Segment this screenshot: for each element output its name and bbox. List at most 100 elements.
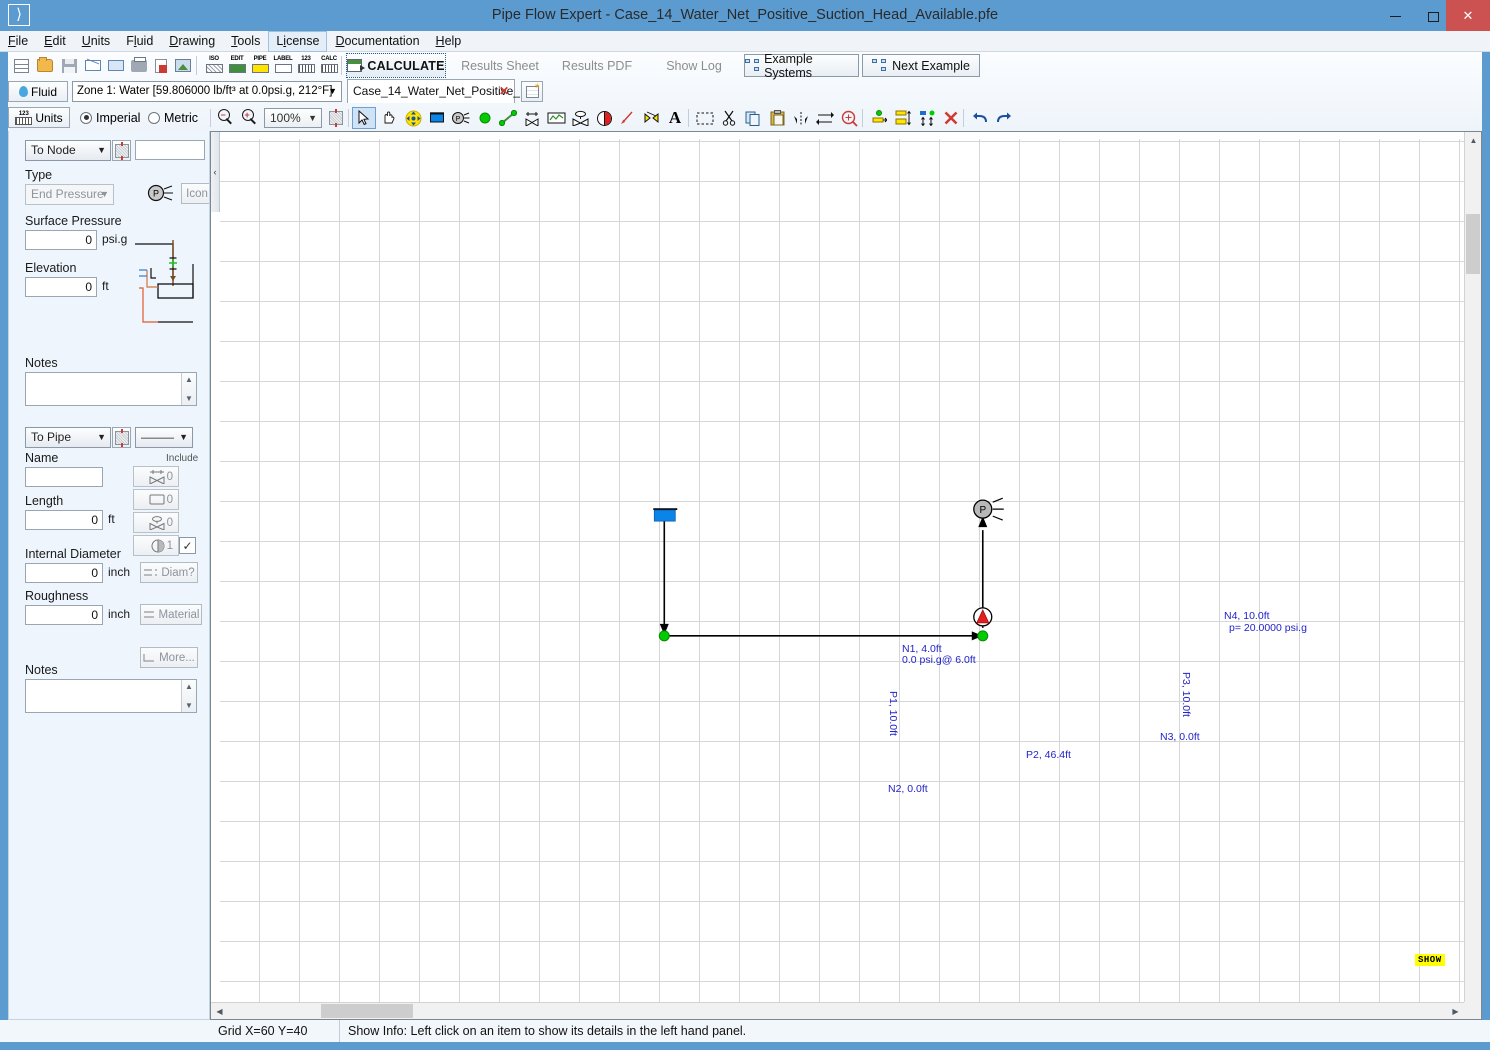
material-button[interactable]: Material [140, 604, 202, 625]
menu-fluid[interactable]: Fluid [118, 31, 161, 52]
icon-button[interactable]: Icon [181, 183, 209, 204]
export-icon[interactable] [105, 55, 127, 76]
pipe-tool[interactable] [496, 107, 520, 129]
fluid-zone-select[interactable]: Zone 1: Water [59.806000 lb/ft³ at 0.0ps… [72, 81, 342, 102]
valve-tool[interactable] [520, 107, 544, 129]
flip-horizontal-tool[interactable] [813, 107, 837, 129]
node-notes-scrollbar[interactable]: ▲ ▼ [181, 373, 196, 405]
pipe-notes-input[interactable]: ▲ ▼ [25, 679, 197, 713]
calc-label-icon[interactable]: CALC [318, 55, 340, 76]
pipe-icon[interactable]: PIPE [249, 55, 271, 76]
undo-tool[interactable] [968, 107, 992, 129]
scroll-up-icon[interactable]: ▲ [1465, 132, 1482, 149]
zoom-in-icon[interactable]: + [242, 109, 260, 127]
end-pressure-tool[interactable]: P [449, 107, 473, 129]
panel-collapse-handle[interactable]: ‹ [211, 132, 220, 212]
results-pdf-button[interactable]: Results PDF [549, 54, 645, 77]
123-icon[interactable]: 123 [295, 55, 317, 76]
menu-license[interactable]: License [268, 31, 328, 52]
delete-tool[interactable] [939, 107, 963, 129]
zoom-region-tool[interactable] [837, 107, 861, 129]
surface-pressure-input[interactable]: 0 [25, 230, 97, 250]
fit-to-window-icon[interactable] [327, 108, 345, 127]
pipe-notes-scrollbar[interactable]: ▲ ▼ [181, 680, 196, 712]
label-icon[interactable]: LABEL [272, 55, 294, 76]
select-tool[interactable] [352, 107, 376, 129]
align-node-tool[interactable] [867, 107, 891, 129]
menu-file[interactable]: File [0, 31, 36, 52]
paste-tool[interactable] [765, 107, 789, 129]
pipe-name-input[interactable] [25, 467, 103, 487]
scroll-left-icon[interactable]: ◀ [211, 1003, 228, 1020]
valves-count-button[interactable]: 0 [133, 512, 179, 533]
minimize-button[interactable] [1376, 0, 1414, 31]
node-locate-button[interactable] [112, 140, 131, 161]
close-icon[interactable]: ✕ [499, 80, 509, 103]
results-sheet-button[interactable]: Results Sheet [452, 54, 548, 77]
show-log-button[interactable]: Show Log [646, 54, 742, 77]
line-style-select[interactable]: ——— ▼ [135, 427, 193, 448]
scroll-right-icon[interactable]: ▶ [1447, 1003, 1464, 1020]
fluid-button[interactable]: Fluid [8, 81, 68, 102]
join-node-tool[interactable] [473, 107, 497, 129]
internal-diameter-input[interactable]: 0 [25, 563, 103, 583]
control-valve-tool[interactable] [568, 107, 592, 129]
elevation-input[interactable]: 0 [25, 277, 97, 297]
text-tool[interactable]: A [663, 107, 687, 129]
edit-icon[interactable]: EDIT [226, 55, 248, 76]
open-folder-icon[interactable] [34, 55, 56, 76]
pan-hand-tool[interactable] [377, 107, 401, 129]
document-tab[interactable]: Case_14_Water_Net_Positive_ ✕ [347, 79, 520, 103]
component-tool[interactable] [544, 107, 568, 129]
radio-imperial[interactable]: Imperial [80, 109, 140, 126]
email-icon[interactable] [82, 55, 104, 76]
menu-tools[interactable]: Tools [223, 31, 268, 52]
align-spacing-tool[interactable] [891, 107, 915, 129]
pipe-target-select[interactable]: To Pipe ▼ [25, 427, 111, 448]
zoom-out-icon[interactable]: − [218, 109, 236, 127]
flow-arrow-tool[interactable] [615, 107, 639, 129]
diameter-button[interactable]: Diam? [140, 562, 198, 583]
units-button[interactable]: 123 Units [8, 107, 70, 128]
node-target-select[interactable]: To Node ▼ [25, 140, 111, 161]
pipe-length-input[interactable]: 0 [25, 510, 103, 530]
radio-metric[interactable]: Metric [148, 109, 198, 126]
tank-tool[interactable] [425, 107, 449, 129]
next-example-button[interactable]: Next Example [862, 54, 980, 77]
close-button[interactable]: ✕ [1446, 0, 1490, 31]
distribute-tool[interactable] [915, 107, 939, 129]
highlight-tool[interactable] [639, 107, 663, 129]
horizontal-scroll-thumb[interactable] [321, 1004, 413, 1018]
node-notes-input[interactable]: ▲ ▼ [25, 372, 197, 406]
fittings-count-button[interactable]: 0 [133, 466, 179, 487]
menu-help[interactable]: Help [428, 31, 470, 52]
copy-tool[interactable] [741, 107, 765, 129]
zoom-level-select[interactable]: 100% ▼ [264, 108, 322, 128]
redo-tool[interactable] [992, 107, 1016, 129]
canvas-horizontal-scrollbar[interactable]: ◀ ▶ [211, 1002, 1464, 1019]
pdf-icon[interactable] [150, 55, 172, 76]
new-document-button[interactable] [521, 81, 543, 102]
vertical-scroll-thumb[interactable] [1466, 214, 1480, 274]
image-icon[interactable] [172, 55, 194, 76]
example-systems-button[interactable]: Example Systems [744, 52, 859, 80]
save-icon[interactable] [58, 55, 80, 76]
calculate-button[interactable]: CALCULATE [346, 53, 446, 78]
marquee-select-tool[interactable] [693, 107, 717, 129]
drawing-canvas[interactable]: P N1, 4.0ft 0.0 psi.g@ 6.0ft N2, 0.0ft N… [220, 139, 1464, 1002]
roughness-input[interactable]: 0 [25, 605, 103, 625]
print-icon[interactable] [128, 55, 150, 76]
iso-icon[interactable]: ISO [203, 55, 225, 76]
more-button[interactable]: More... [140, 647, 198, 668]
components-count-button[interactable]: 0 [133, 489, 179, 510]
node-name-input[interactable] [135, 140, 205, 160]
menu-edit[interactable]: Edit [36, 31, 74, 52]
menu-units[interactable]: Units [74, 31, 118, 52]
pumps-count-button[interactable]: 1 [133, 535, 179, 556]
menu-drawing[interactable]: Drawing [161, 31, 223, 52]
include-pumps-checkbox[interactable]: ✓ [179, 537, 196, 554]
pipe-locate-button[interactable] [112, 427, 131, 448]
canvas-vertical-scrollbar[interactable]: ▲ [1464, 132, 1481, 1002]
menu-documentation[interactable]: Documentation [327, 31, 427, 52]
node-type-select[interactable]: End Pressure ▼ [25, 184, 114, 205]
